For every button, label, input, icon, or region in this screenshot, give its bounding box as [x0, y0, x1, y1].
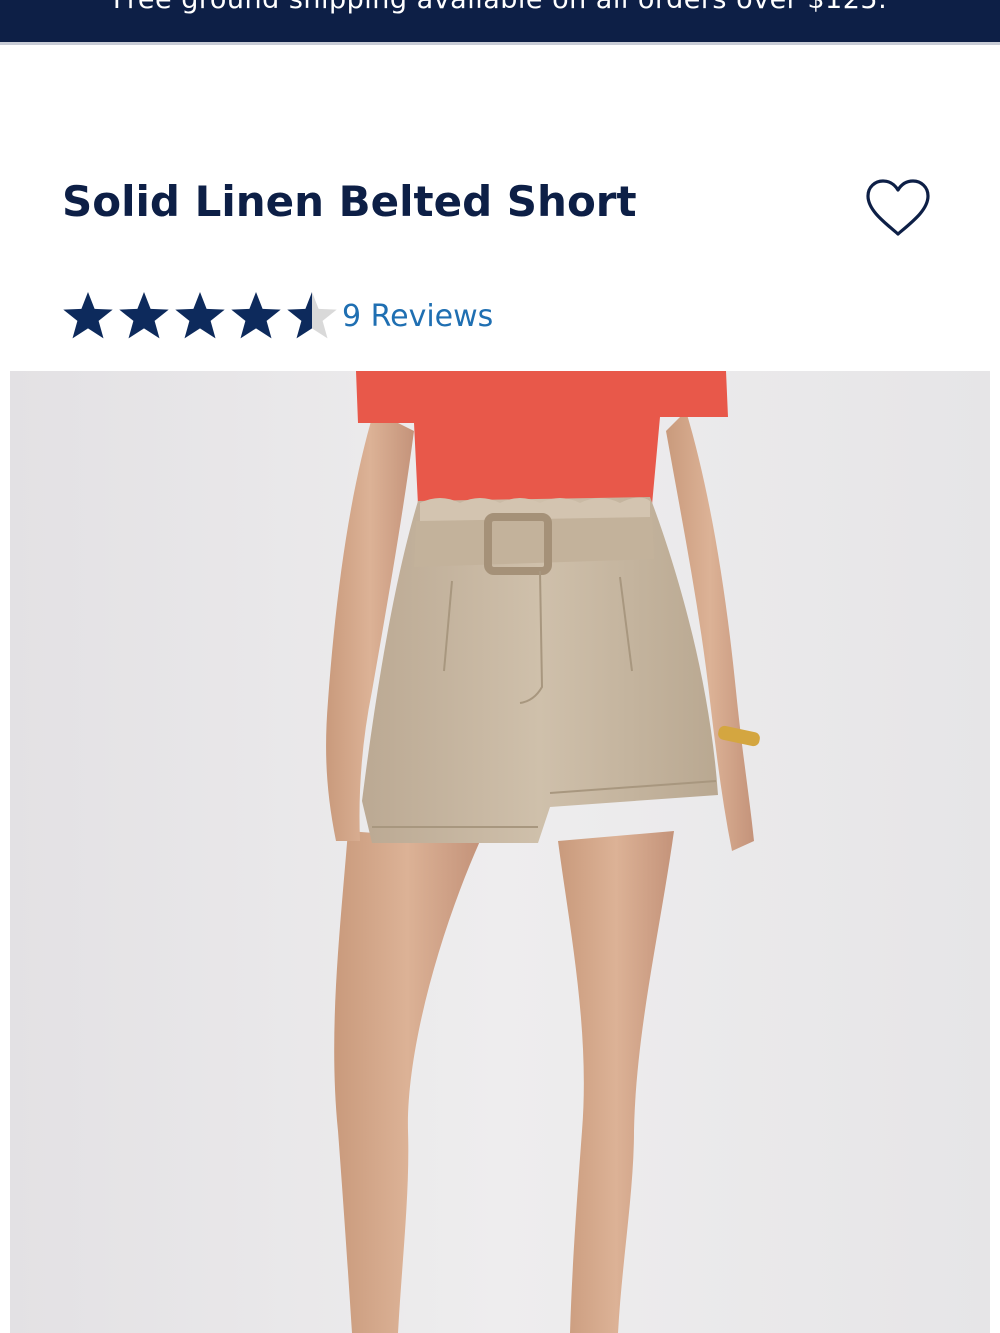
product-rating: 9 Reviews	[62, 288, 493, 344]
star-icon	[287, 292, 337, 339]
reviews-link[interactable]: 9 Reviews	[342, 299, 493, 334]
product-image	[10, 371, 990, 1333]
promo-banner-text: Free ground shipping available on all or…	[0, 0, 1000, 15]
heart-outline-icon	[866, 179, 930, 236]
promo-banner: Free ground shipping available on all or…	[0, 0, 1000, 45]
product-title: Solid Linen Belted Short	[62, 177, 637, 226]
star-icon	[63, 292, 113, 339]
star-icon	[119, 292, 169, 339]
wishlist-button[interactable]	[862, 176, 934, 240]
rating-stars	[62, 290, 338, 342]
star-icon	[231, 292, 281, 339]
star-icon	[175, 292, 225, 339]
